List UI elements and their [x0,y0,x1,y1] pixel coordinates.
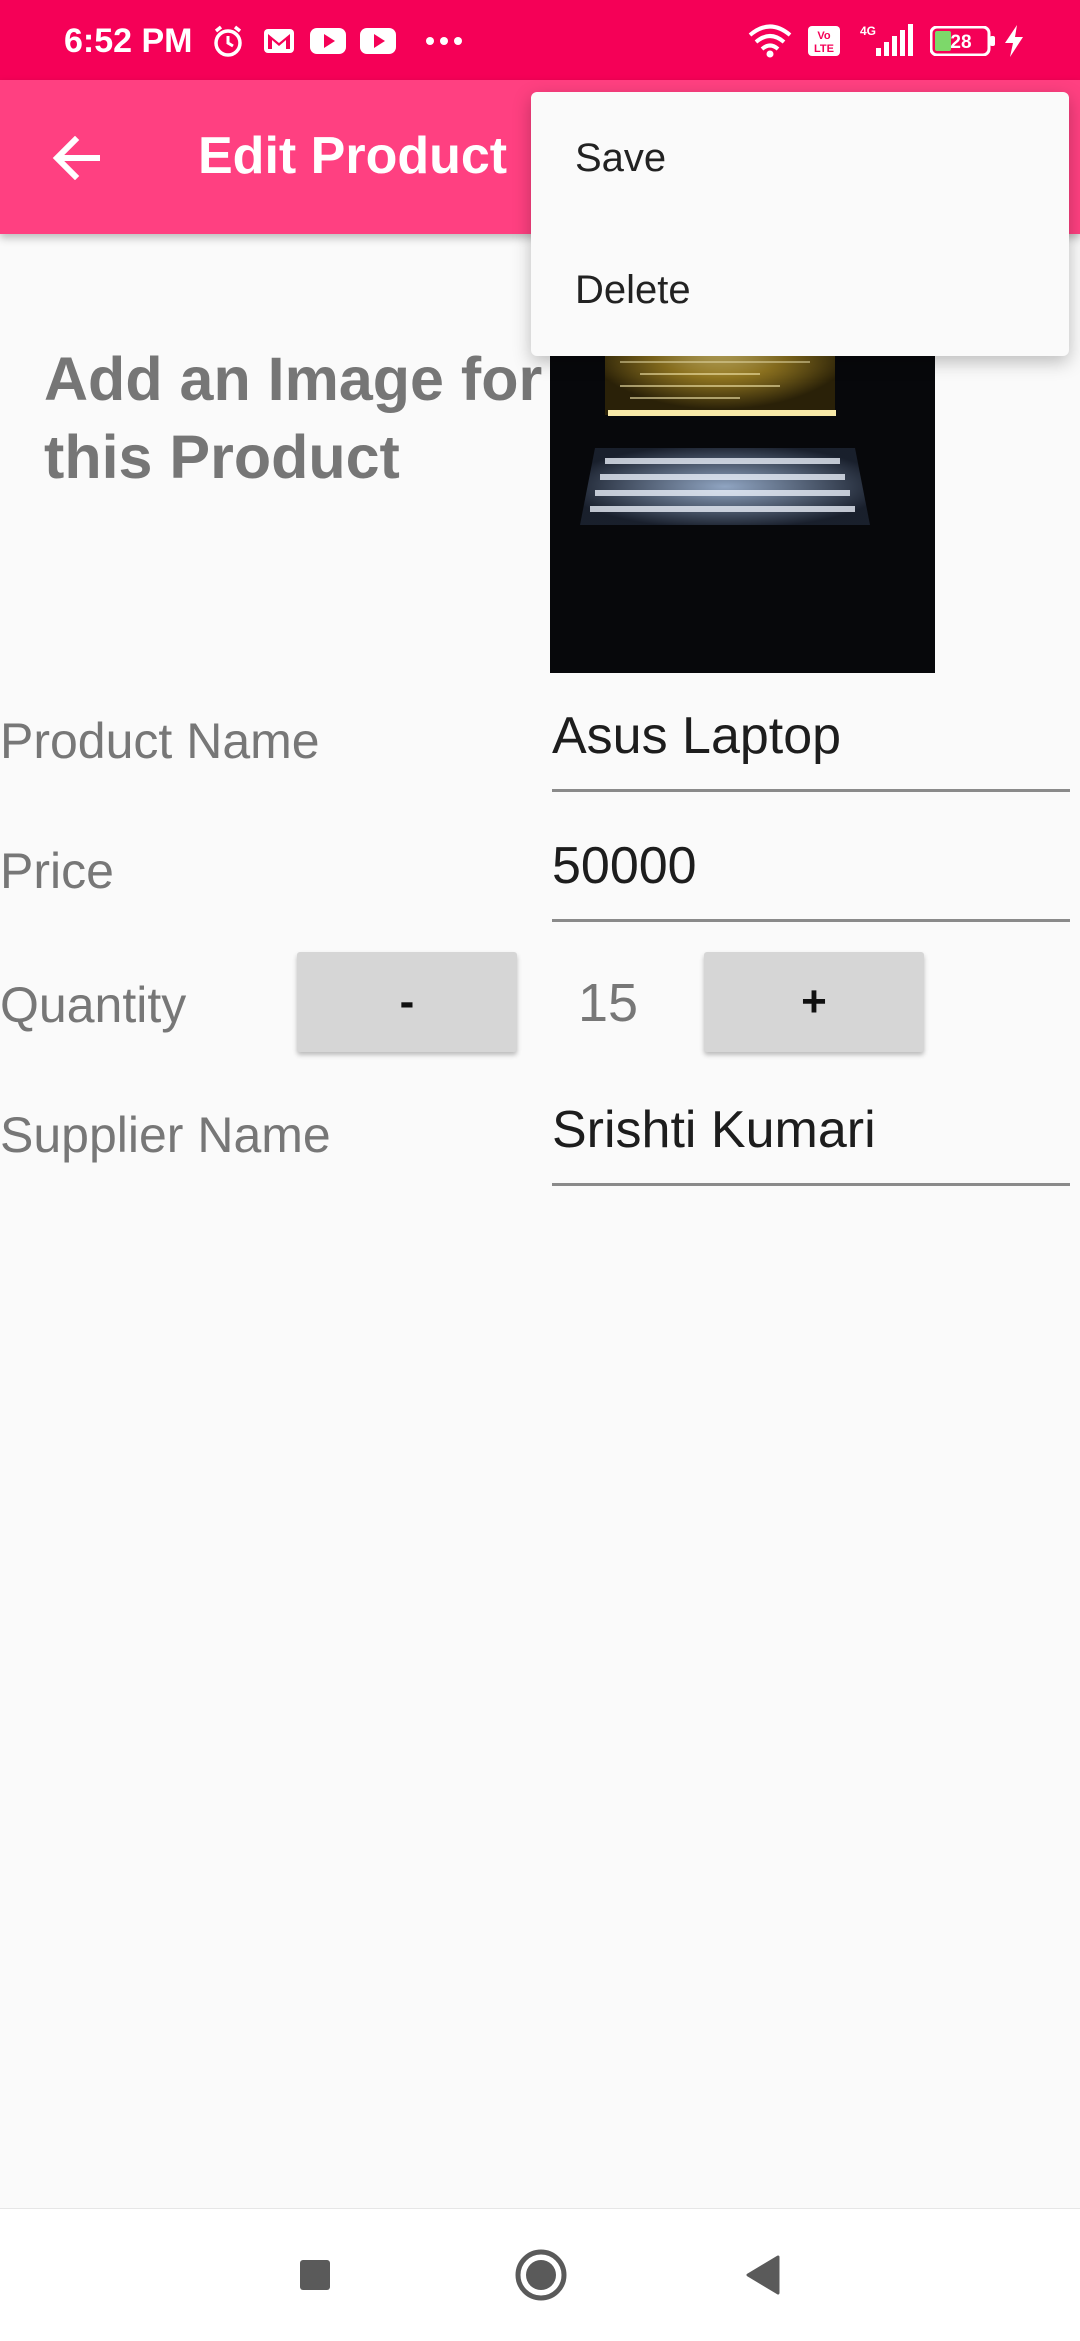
menu-item-label: Save [575,135,667,180]
gmail-icon [262,26,296,56]
battery-icon: 28 [930,26,996,56]
add-image-prompt[interactable]: Add an Image for this Product [44,340,544,496]
back-nav-button[interactable] [733,2247,793,2307]
status-bar: 6:52 PM Vo LTE 4G 28 [0,0,1080,80]
battery-level: 28 [950,32,971,53]
volte-icon: Vo LTE [806,26,842,56]
price-label: Price [0,843,114,899]
increment-button[interactable]: + [704,952,924,1052]
alarm-icon [210,25,246,57]
menu-item-delete[interactable]: Delete [531,224,1069,356]
menu-item-label: Delete [575,267,691,312]
product-name-label: Product Name [0,713,320,769]
quantity-label: Quantity [0,977,187,1033]
wifi-icon [746,24,794,58]
product-name-field[interactable]: Asus Laptop [552,706,1070,792]
more-dots-icon [424,26,464,56]
recents-button[interactable] [285,2247,345,2307]
back-button[interactable] [40,124,112,196]
system-nav-bar [0,2208,1080,2341]
svg-text:Vo: Vo [817,30,831,42]
supplier-name-field[interactable]: Srishti Kumari [552,1100,1070,1186]
charging-icon [1000,25,1028,57]
home-button[interactable] [511,2247,571,2307]
svg-text:LTE: LTE [814,43,834,55]
youtube-icon [308,26,348,56]
page-title: Edit Product [198,127,508,185]
signal-4g-icon: 4G [858,24,914,56]
menu-item-save[interactable]: Save [531,92,1069,224]
arrow-back-icon [51,135,101,185]
overflow-menu: Save Delete [531,92,1069,356]
home-circle-icon [514,2248,568,2307]
recents-square-icon [298,2258,332,2297]
youtube-icon [358,26,398,56]
supplier-name-label: Supplier Name [0,1107,331,1163]
price-field[interactable]: 50000 [552,836,1070,922]
back-triangle-icon [744,2255,782,2300]
status-time: 6:52 PM [64,22,193,60]
decrement-button[interactable]: - [297,952,517,1052]
svg-text:4G: 4G [860,24,876,38]
quantity-value: 15 [578,973,639,1033]
